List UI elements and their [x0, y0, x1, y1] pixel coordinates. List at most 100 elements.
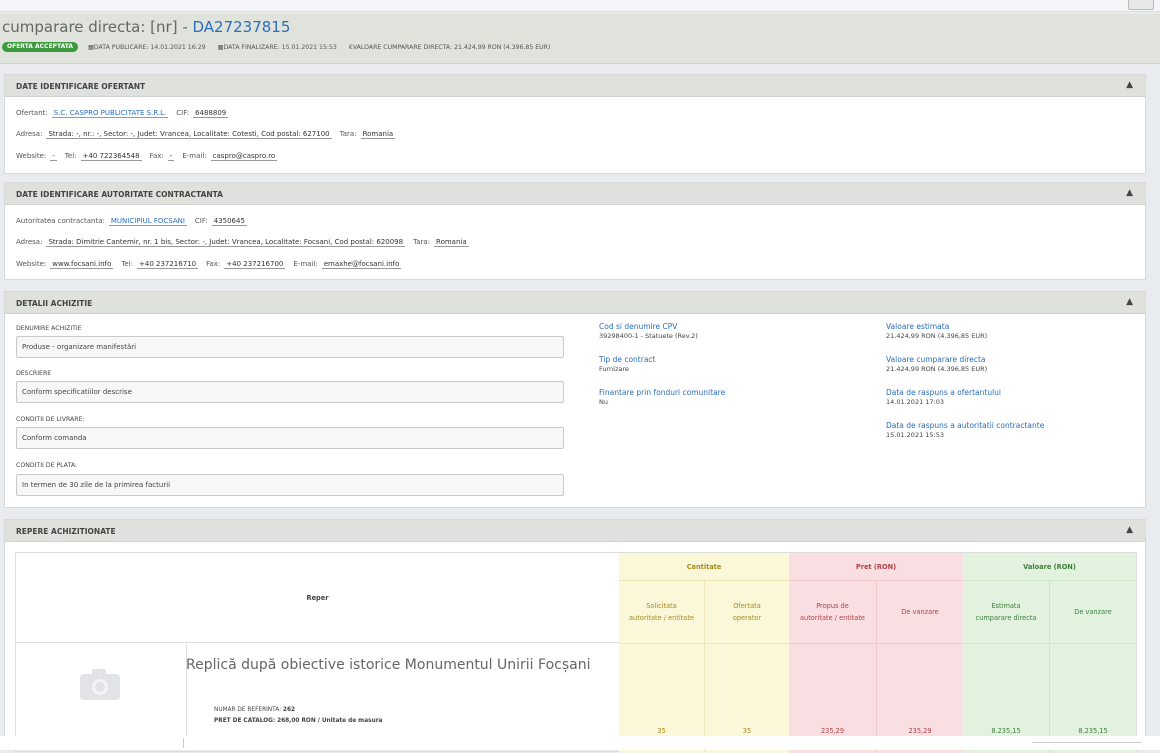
address-label: Adresa:	[16, 238, 43, 246]
email-value: emaxhe@focsani.info	[321, 260, 402, 269]
authority-address-row: Adresa: Strada: Dimitrie Cantemir, nr. 1…	[16, 238, 477, 247]
column-header-ofertata: Ofertata operator	[704, 581, 789, 643]
email-label: E-mail:	[293, 260, 318, 268]
livrare-field[interactable]: Conform comanda	[16, 427, 564, 449]
plata-field[interactable]: In termen de 30 zile de la primirea fact…	[16, 474, 564, 496]
website-value: -	[50, 152, 57, 161]
eu-funds-value: Nu	[599, 398, 608, 406]
panel-ofertant: DATE IDENTIFICARE OFERTANT ▲ Ofertant: S…	[4, 74, 1146, 174]
group-header-cantitate: Cantitate	[619, 553, 789, 581]
authority-response-value: 15.01.2021 15:53	[886, 431, 945, 439]
tel-value: +40 722364548	[80, 152, 142, 161]
panel-header[interactable]: DETALII ACHIZITIE ▲	[5, 292, 1145, 314]
panel-repere: REPERE ACHIZITIONATE ▲ Reper Cantitate P…	[4, 519, 1146, 753]
reference-number: NUMAR DE REFERINTA: 262	[214, 707, 295, 713]
contract-type-info: Tip de contract Furnizare	[599, 355, 656, 373]
catalog-price-value: 268,00 RON / Unitate de masura	[277, 718, 383, 724]
chevron-up-icon[interactable]: ▲	[1126, 188, 1133, 198]
panel-header[interactable]: DATE IDENTIFICARE OFERTANT ▲	[5, 75, 1145, 97]
denumire-label: DENUMIRE ACHIZITIE	[16, 325, 82, 332]
tel-label: Tel:	[121, 260, 133, 268]
panel-detalii: DETALII ACHIZITIE ▲ DENUMIRE ACHIZITIE P…	[4, 291, 1146, 508]
fax-value: -	[167, 152, 175, 161]
bidder-response-value: 14.01.2021 17:03	[886, 398, 945, 406]
camera-icon	[80, 669, 120, 700]
bidder-response-info: Data de raspuns a ofertantului 14.01.202…	[886, 388, 1001, 406]
product-title[interactable]: Replică după obiective istorice Monument…	[186, 657, 606, 674]
cif-label: CIF:	[176, 109, 190, 117]
panel-header[interactable]: REPERE ACHIZITIONATE ▲	[5, 520, 1145, 542]
cpv-value: 39298400-1 - Statuete (Rev.2)	[599, 332, 698, 340]
column-header-solicitata: Solicitata autoritate / entitate	[619, 581, 704, 643]
group-header-pret: Pret (RON)	[789, 553, 963, 581]
address-value: Strada: Dimitrie Cantemir, nr. 1 bis, Se…	[46, 238, 406, 247]
reference-label: NUMAR DE REFERINTA:	[214, 707, 282, 713]
authority-row: Autoritatea contractanta: MUNICIPIUL FOC…	[16, 217, 255, 226]
estimated-value: 21.424,99 RON (4.396,85 EUR)	[886, 332, 988, 340]
column-header-de-vanzare-valoare: De vanzare	[1049, 581, 1136, 643]
cpv-info: Cod si denumire CPV 39298400-1 - Statuet…	[599, 322, 698, 340]
authority-response-label: Data de raspuns a autoritatii contractan…	[886, 421, 1045, 430]
address-label: Adresa:	[16, 130, 43, 138]
country-value: Romania	[360, 130, 396, 139]
top-bar	[0, 0, 1160, 12]
panel-header[interactable]: DATE IDENTIFICARE AUTORITATE CONTRACTANT…	[5, 183, 1145, 205]
authority-link[interactable]: MUNICIPIUL FOCSANI	[108, 217, 187, 226]
cif-value: 4350645	[211, 217, 247, 226]
eu-funds-label: Finantare prin fonduri comunitare	[599, 388, 726, 397]
chevron-up-icon[interactable]: ▲	[1126, 80, 1133, 90]
catalog-price: PRET DE CATALOG: 268,00 RON / Unitate de…	[214, 718, 382, 724]
ofertant-row: Ofertant: S.C. CASPRO PUBLICITATE S.R.L.…	[16, 109, 236, 118]
chevron-up-icon[interactable]: ▲	[1126, 297, 1133, 307]
tel-value: +40 237216710	[137, 260, 199, 269]
tel-label: Tel:	[64, 152, 77, 160]
panel-title: DATE IDENTIFICARE OFERTANT	[16, 82, 146, 91]
country-label: Tara:	[413, 238, 431, 246]
panel-title: REPERE ACHIZITIONATE	[16, 527, 116, 536]
authority-response-info: Data de raspuns a autoritatii contractan…	[886, 421, 1044, 439]
ofertant-link[interactable]: S.C. CASPRO PUBLICITATE S.R.L.	[51, 109, 169, 118]
direct-value: 21.424,99 RON (4.396,85 EUR)	[886, 365, 988, 373]
end-date: ▦DATA FINALIZARE: 15.01.2021 15:53	[217, 43, 337, 51]
estimated-value-info: Valoare estimata 21.424,99 RON (4.396,85…	[886, 322, 987, 340]
page-header: cumparare directa: [nr] - DA27237815 OFE…	[0, 14, 1160, 64]
cif-label: CIF:	[194, 217, 208, 225]
window-button[interactable]	[1128, 0, 1154, 10]
ofertant-label: Ofertant:	[16, 109, 48, 117]
estimated-value-label: Valoare estimata	[886, 322, 950, 331]
header-meta: OFERTA ACCEPTATA ▦DATA PUBLICARE: 14.01.…	[2, 41, 562, 53]
country-value: Romania	[434, 238, 469, 247]
contract-type-value: Furnizare	[599, 365, 629, 373]
panel-autoritate: DATE IDENTIFICARE AUTORITATE CONTRACTANT…	[4, 182, 1146, 280]
ofertant-contact-row: Website: - Tel: +40 722364548 Fax: - E-m…	[16, 152, 285, 161]
website-label: Website:	[16, 152, 47, 160]
website-value[interactable]: www.focsani.info	[50, 260, 114, 269]
country-label: Tara:	[339, 130, 357, 138]
publish-date: ▦DATA PUBLICARE: 14.01.2021 16:29	[88, 43, 206, 51]
cif-value: 6488809	[193, 109, 229, 118]
plata-label: CONDITII DE PLATA:	[16, 462, 78, 469]
title-prefix: cumparare directa: [nr] -	[2, 18, 193, 36]
panel-title: DETALII ACHIZITIE	[16, 299, 93, 308]
direct-value-info: Valoare cumparare directa 21.424,99 RON …	[886, 355, 987, 373]
panel-title: DATE IDENTIFICARE AUTORITATE CONTRACTANT…	[16, 190, 223, 199]
email-value: caspro@caspro.ro	[210, 152, 278, 161]
denumire-field[interactable]: Produse - organizare manifestări	[16, 336, 564, 358]
column-header-propus: Propus de autoritate / entitate	[789, 581, 876, 643]
livrare-label: CONDITII DE LIVRARE:	[16, 416, 85, 423]
reference-value: 262	[282, 707, 296, 713]
status-badge: OFERTA ACCEPTATA	[2, 42, 79, 52]
column-header-de-vanzare-pret: De vanzare	[876, 581, 963, 643]
group-header-valoare: Valoare (RON)	[963, 553, 1136, 581]
bottom-control[interactable]	[1032, 742, 1142, 750]
ofertant-address-row: Adresa: Strada: -, nr.: -, Sector: -, Ju…	[16, 130, 403, 139]
procurement-number-link[interactable]: DA27237815	[193, 18, 291, 36]
eu-funds-info: Finantare prin fonduri comunitare Nu	[599, 388, 725, 406]
chevron-up-icon[interactable]: ▲	[1126, 525, 1133, 535]
descriere-field[interactable]: Conform specificatiilor descrise	[16, 381, 564, 403]
catalog-price-label: PRET DE CATALOG:	[214, 718, 276, 724]
fax-label: Fax:	[206, 260, 221, 268]
fax-label: Fax:	[149, 152, 164, 160]
authority-label: Autoritatea contractanta:	[16, 217, 105, 225]
authority-contact-row: Website: www.focsani.info Tel: +40 23721…	[16, 260, 409, 269]
